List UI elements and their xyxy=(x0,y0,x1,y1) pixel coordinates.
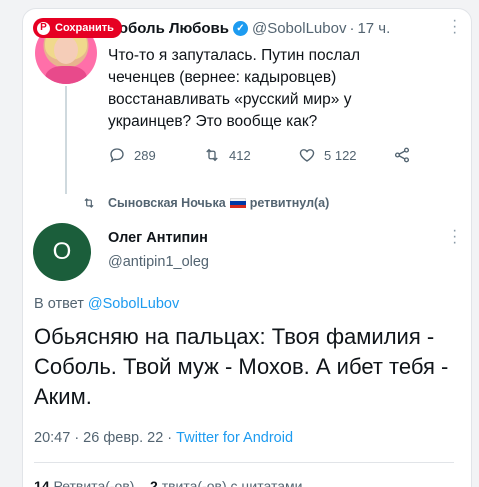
retweet-notice: Сыновская Ночька ретвитнул(а) xyxy=(82,196,329,210)
retweet-icon xyxy=(206,148,218,162)
reply-to-line: В ответ @SobolLubov xyxy=(34,296,179,312)
quotes-count[interactable]: 2 xyxy=(150,478,158,487)
more-options-icon[interactable]: · · · xyxy=(452,13,457,41)
reply-icon xyxy=(110,148,124,163)
reply-mention-link[interactable]: @SobolLubov xyxy=(88,296,179,312)
tweet1-header: Соболь Любовь ✓ @SobolLubov · 17 ч. xyxy=(108,20,390,37)
avatar-letter: О xyxy=(52,238,72,265)
reply-prefix: В ответ xyxy=(34,296,84,312)
retweet-suffix: ретвитнул(а) xyxy=(249,196,330,210)
retweet-count: 412 xyxy=(229,147,251,163)
tweet-timestamp[interactable]: 20:47 · 26 февр. 22 · xyxy=(34,430,172,446)
russia-flag-icon xyxy=(229,197,246,209)
tweet-time[interactable]: 17 ч. xyxy=(357,20,390,37)
thread-line xyxy=(65,86,67,194)
retweet-icon xyxy=(84,198,94,208)
like-button[interactable]: 5 122 xyxy=(298,146,393,164)
heart-icon xyxy=(299,149,315,162)
author-handle[interactable]: @SobolLubov xyxy=(252,20,346,37)
retweeter-name[interactable]: Сыновская Ночька xyxy=(108,196,226,210)
tweet1-actions: 289 412 5 122 xyxy=(108,146,419,164)
tweet-meta: 20:47 · 26 февр. 22 · Twitter for Androi… xyxy=(34,430,293,446)
tweet1-text: Что-то я запуталась. Путин послал чеченц… xyxy=(108,47,361,130)
pinterest-save-button[interactable]: P Сохранить xyxy=(33,18,122,38)
author-handle[interactable]: @antipin1_oleg xyxy=(108,254,209,270)
retweets-count[interactable]: 14 xyxy=(34,478,50,487)
like-count: 5 122 xyxy=(324,147,357,163)
separator: · xyxy=(349,20,355,37)
share-button[interactable] xyxy=(393,146,419,164)
avatar[interactable]: О xyxy=(33,223,91,281)
tweet-stats: 14 Ретвита(-ов) 2 твита(-ов) с цитатами xyxy=(34,478,302,487)
reply-count: 289 xyxy=(134,147,156,163)
author-name[interactable]: Соболь Любовь xyxy=(108,20,229,37)
quotes-label[interactable]: твита(-ов) с цитатами xyxy=(162,478,303,487)
save-label: Сохранить xyxy=(55,22,114,34)
pinterest-icon: P xyxy=(37,21,50,35)
author-name[interactable]: Олег Антипин xyxy=(108,230,208,246)
divider xyxy=(34,462,454,463)
tweet-source-link[interactable]: Twitter for Android xyxy=(176,430,293,446)
reply-button[interactable]: 289 xyxy=(108,146,203,164)
retweet-button[interactable]: 412 xyxy=(203,146,298,164)
tweet2-text: Обьясняю на пальцах: Твоя фамилия - Собо… xyxy=(34,324,449,409)
share-icon xyxy=(394,147,410,163)
more-options-icon[interactable]: · · · xyxy=(452,223,457,251)
retweets-label[interactable]: Ретвита(-ов) xyxy=(53,478,134,487)
verified-badge-icon: ✓ xyxy=(232,21,248,36)
